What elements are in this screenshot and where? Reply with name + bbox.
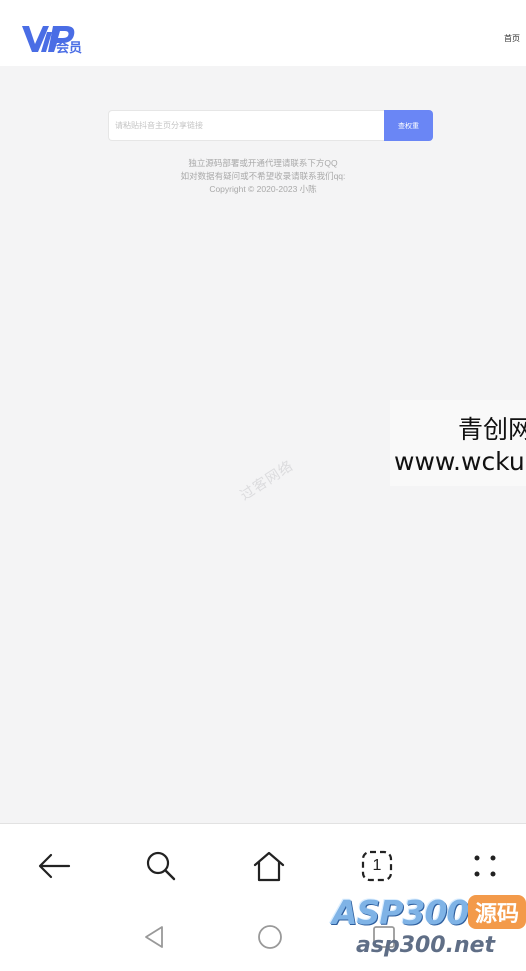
overlay-site-url: www.wcku (394, 447, 525, 476)
home-circle-icon (258, 925, 282, 949)
footer-copyright: Copyright © 2020-2023 小陈 (209, 184, 317, 194)
watermark-text: 过客网络 (237, 456, 297, 504)
asp300-logo-badge: 源码 (468, 895, 526, 929)
back-arrow-icon (38, 853, 71, 879)
footer-info: 独立源码部署或开通代理请联系下方QQ 如对数据有疑问或不希望收录请联系我们qq:… (0, 157, 526, 196)
tab-count: 1 (372, 857, 382, 874)
menu-button[interactable] (465, 846, 505, 886)
vip-logo-sub: 会员 (56, 40, 83, 55)
asp300-logo-main: ASP300 (332, 893, 469, 932)
douyin-link-input[interactable] (108, 110, 384, 141)
home-icon (253, 851, 285, 882)
footer-line-contact: 如对数据有疑问或不希望收录请联系我们qq: (180, 171, 346, 181)
system-back-button[interactable] (139, 922, 169, 952)
tabs-button[interactable]: 1 (357, 846, 397, 886)
back-triangle-icon (145, 926, 163, 948)
back-button[interactable] (34, 846, 74, 886)
header: 会员 首页 (0, 0, 526, 66)
footer-line-deploy: 独立源码部署或开通代理请联系下方QQ (188, 158, 338, 168)
menu-dots-icon (474, 855, 496, 877)
system-home-button[interactable] (255, 922, 285, 952)
check-weight-button[interactable]: 查权重 (384, 110, 433, 141)
site-overlay-box: 青创网 www.wcku (390, 400, 526, 486)
search-bar: 查权重 (108, 110, 433, 141)
asp300-logo: ASP300 源码 asp300.net (330, 893, 526, 970)
nav-home-link[interactable]: 首页 (504, 33, 520, 44)
overlay-site-name: 青创网 (458, 415, 526, 444)
search-icon (146, 851, 176, 881)
search-button[interactable] (141, 846, 181, 886)
home-button[interactable] (249, 846, 289, 886)
asp300-logo-url: asp300.net (356, 933, 496, 958)
vip-logo[interactable]: 会员 (20, 22, 86, 56)
